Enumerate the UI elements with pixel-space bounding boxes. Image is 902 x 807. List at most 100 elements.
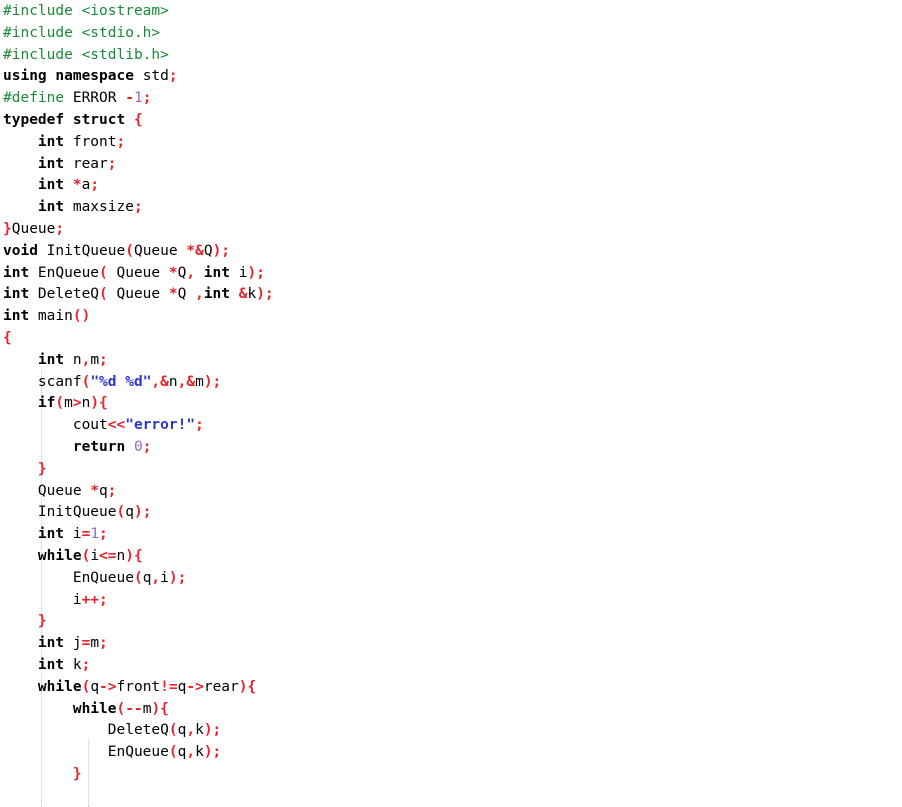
token-pun: ; [195,417,204,434]
code-line[interactable]: while(q->front!=q->rear){ [3,677,902,699]
code-line[interactable]: #define ERROR -1; [3,88,902,110]
code-line[interactable]: } [3,611,902,633]
token-kw: int [37,656,73,673]
token-id: m [195,373,204,390]
token-kw: int [3,308,38,325]
token-pun: ){ [90,395,108,412]
code-line[interactable]: int k; [3,655,902,677]
code-line[interactable]: if(m>n){ [3,393,902,415]
token-id: m [64,395,73,412]
token-id: DeleteQ [37,286,100,303]
code-lines-container[interactable]: #include <iostream> #include <stdio.h> #in… [0,0,902,786]
token-id: n [72,351,82,368]
code-line[interactable]: int n,m; [3,350,902,372]
code-line[interactable]: #include <iostream> [3,1,902,23]
code-line[interactable]: int EnQueue( Queue *Q, int i); [3,263,902,285]
token-kw: int [37,635,73,652]
code-line[interactable]: EnQueue(q,k); [3,742,902,764]
code-line[interactable]: using namespace std; [3,66,902,88]
code-line[interactable]: int *a; [3,175,902,197]
code-line[interactable]: } [3,459,902,481]
token-id: n [116,547,126,564]
code-line[interactable]: EnQueue(q,i); [3,568,902,590]
token-id: Queue [107,264,169,281]
token-pun: ); [203,373,222,390]
code-line[interactable]: int i=1; [3,524,902,546]
token-pun: - [125,90,134,107]
token-pun: ( [81,373,91,390]
token-pun: << [107,417,126,434]
token-pun: ; [81,656,91,673]
code-line[interactable]: int j=m; [3,633,902,655]
token-id: scanf [37,373,82,390]
token-pun: ( [81,547,91,564]
token-id: m [90,351,100,368]
token-pun: ); [203,744,222,761]
token-pun: ; [168,68,178,85]
code-line[interactable]: void InitQueue(Queue *&Q); [3,241,902,263]
token-pun: ( [99,264,108,281]
token-pun: ; [116,133,126,150]
token-kw: int [37,526,73,543]
token-pun: ; [142,438,152,455]
token-id: EnQueue [107,744,169,761]
code-line[interactable]: int main() [3,306,902,328]
code-line[interactable]: }Queue; [3,219,902,241]
code-line[interactable]: { [3,328,902,350]
token-kw: int [37,199,73,216]
token-pun: ( [99,286,108,303]
code-line[interactable]: scanf("%d %d",&n,&m); [3,372,902,394]
token-pun: ( [55,395,65,412]
token-id: Queue [11,220,56,237]
token-id: Queue [37,482,91,499]
token-pun: ); [256,286,274,303]
code-line[interactable]: i++; [3,590,902,612]
code-line[interactable]: #include <stdio.h> [3,23,902,45]
code-line[interactable]: int maxsize; [3,197,902,219]
code-line[interactable]: while(i<=n){ [3,546,902,568]
code-line[interactable]: cout<<"error!"; [3,415,902,437]
token-pun: * [168,286,178,303]
code-line[interactable]: DeleteQ(q,k); [3,720,902,742]
token-num: 1 [133,90,143,107]
token-pun: = [81,526,91,543]
code-line[interactable]: return 0; [3,437,902,459]
code-line[interactable]: while(--m){ [3,699,902,721]
token-pun: ; [55,220,65,237]
token-id: i [90,547,100,564]
token-num: 1 [90,526,100,543]
code-line[interactable]: int rear; [3,154,902,176]
token-id: k [195,722,204,739]
token-pun: ); [247,264,265,281]
token-pun: ; [133,199,143,216]
code-line[interactable]: InitQueue(q); [3,502,902,524]
code-line[interactable]: int front; [3,132,902,154]
token-kw: using namespace [3,68,143,85]
token-pun: { [133,111,143,128]
code-line[interactable]: } [3,764,902,786]
code-line[interactable]: Queue *q; [3,481,902,503]
token-pun: ); [133,504,152,521]
token-id: j [72,635,82,652]
token-kw: int [3,286,38,303]
token-pun: ,& [151,373,169,390]
code-line[interactable]: #include <stdlib.h> [3,45,902,67]
token-id: n [168,373,178,390]
token-id: Q [203,242,213,259]
code-line[interactable]: typedef struct { [3,110,902,132]
token-id: k [72,656,82,673]
token-id: i [72,526,82,543]
token-pun: > [72,395,82,412]
code-editor-viewport[interactable]: #include <iostream> #include <stdio.h> #in… [0,0,902,807]
token-id: Q [177,286,196,303]
code-line[interactable]: int DeleteQ( Queue *Q ,int &k); [3,284,902,306]
